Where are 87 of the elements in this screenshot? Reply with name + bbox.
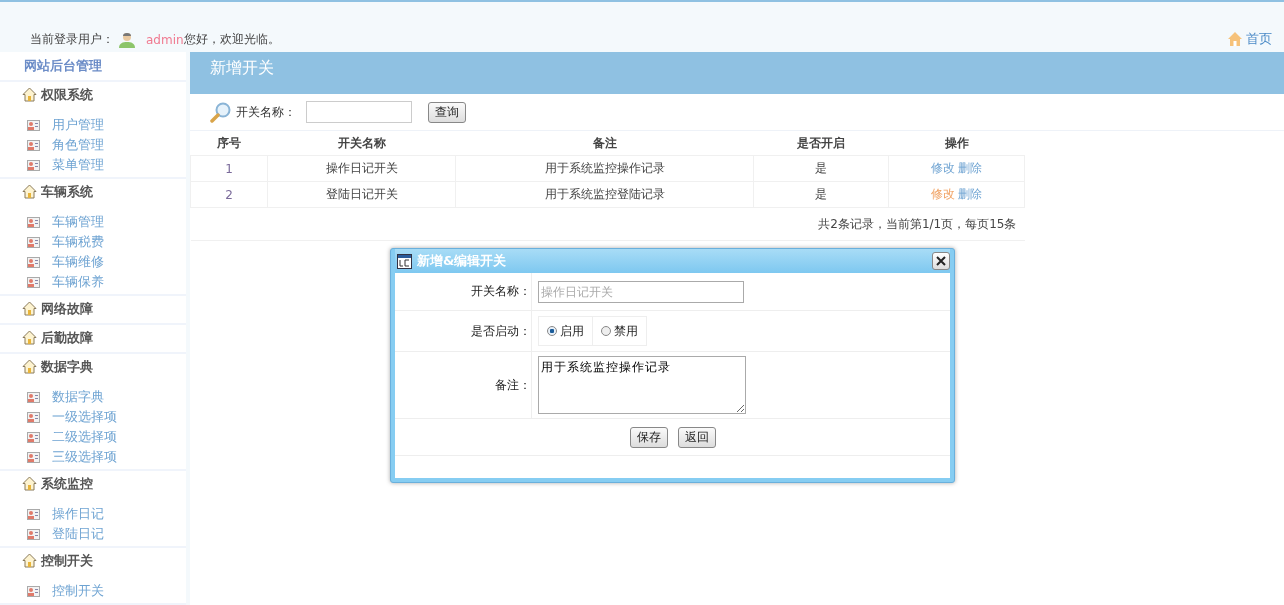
dialog-title: 新增&编辑开关	[417, 252, 507, 270]
search-field[interactable]	[306, 101, 412, 123]
edit-link[interactable]: 修改	[930, 161, 955, 175]
sidebar-item[interactable]: 数据字典	[52, 388, 104, 406]
sidebar-item[interactable]: 三级选择项	[52, 448, 117, 466]
search-label: 开关名称：	[236, 103, 296, 121]
sidebar-item[interactable]: 车辆维修	[52, 253, 104, 271]
note-field[interactable]: 用于系统监控操作记录	[538, 356, 746, 414]
sidebar-item[interactable]: 车辆税费	[52, 233, 104, 251]
card-icon	[27, 159, 40, 171]
table-cell: 用于系统监控登陆记录	[455, 181, 754, 208]
house-icon	[22, 553, 37, 568]
name-field[interactable]: 操作日记开关	[538, 280, 744, 303]
login-label: 当前登录用户：	[30, 31, 114, 48]
column-header: 是否开启	[753, 131, 889, 156]
table-cell: 用于系统监控操作记录	[455, 155, 754, 182]
radio-button[interactable]	[547, 326, 557, 336]
table-cell: 是	[753, 155, 889, 182]
sidebar-item[interactable]: 角色管理	[52, 136, 104, 154]
column-header: 开关名称	[267, 131, 456, 156]
sidebar-item[interactable]: 控制开关	[52, 582, 104, 600]
house-icon	[22, 301, 37, 316]
table-cell: 登陆日记开关	[267, 181, 456, 208]
sidebar-item[interactable]: 车辆管理	[52, 213, 104, 231]
sidebar-item[interactable]: 车辆保养	[52, 273, 104, 291]
card-icon	[27, 508, 40, 520]
table-cell: 1	[190, 155, 268, 182]
card-icon	[27, 236, 40, 248]
search-icon	[210, 101, 232, 123]
card-icon	[27, 139, 40, 151]
card-icon	[27, 276, 40, 288]
home-link[interactable]: 首页	[1246, 30, 1272, 48]
group-header[interactable]: 网络故障	[41, 299, 93, 318]
delete-link[interactable]: 删除	[958, 187, 983, 201]
group-header[interactable]: 数据字典	[41, 357, 93, 376]
radio-label[interactable]: 启用	[560, 322, 584, 340]
sidebar-item[interactable]: 一级选择项	[52, 408, 117, 426]
window-icon	[397, 253, 412, 269]
field-label: 开关名称：	[471, 283, 531, 300]
table-cell: 2	[190, 181, 268, 208]
close-button[interactable]	[932, 252, 950, 270]
home-icon	[1227, 31, 1243, 47]
group-header[interactable]: 权限系统	[41, 85, 93, 104]
card-icon	[27, 431, 40, 443]
house-icon	[22, 359, 37, 374]
sidebar-item[interactable]: 用户管理	[52, 116, 104, 134]
card-icon	[27, 216, 40, 228]
edit-link[interactable]: 修改	[930, 187, 955, 201]
close-icon	[936, 256, 946, 266]
card-icon	[27, 256, 40, 268]
group-header[interactable]: 控制开关	[41, 551, 93, 570]
field-label: 备注：	[495, 376, 531, 394]
card-icon	[27, 585, 40, 597]
query-button[interactable]: 查询	[428, 101, 466, 123]
sidebar-item[interactable]: 操作日记	[52, 505, 104, 523]
house-icon	[22, 87, 37, 102]
user-icon	[118, 31, 136, 48]
sidebar-item[interactable]: 登陆日记	[52, 525, 104, 543]
house-icon	[22, 330, 37, 345]
sidebar-title: 网站后台管理	[0, 52, 186, 80]
card-icon	[27, 451, 40, 463]
radio-button[interactable]	[601, 326, 611, 336]
username: admin	[146, 32, 184, 47]
sidebar-item[interactable]: 二级选择项	[52, 428, 117, 446]
card-icon	[27, 411, 40, 423]
greeting-text: 您好，欢迎光临。	[183, 31, 280, 48]
dialog-button[interactable]: 保存	[629, 426, 668, 448]
dialog-button[interactable]: 返回	[677, 426, 716, 448]
field-label: 是否启动：	[471, 322, 531, 340]
card-icon	[27, 119, 40, 131]
page-title: 新增开关	[210, 58, 274, 77]
delete-link[interactable]: 删除	[958, 161, 983, 175]
radio-label[interactable]: 禁用	[614, 322, 638, 340]
table-cell: 操作日记开关	[267, 155, 456, 182]
pagination-text: 共2条记录，当前第1/1页，每页15条	[818, 216, 1017, 231]
sidebar-item[interactable]: 菜单管理	[52, 156, 104, 174]
card-icon	[27, 391, 40, 403]
card-icon	[27, 528, 40, 540]
group-header[interactable]: 后勤故障	[41, 328, 93, 347]
table-cell: 是	[753, 181, 889, 208]
house-icon	[22, 476, 37, 491]
house-icon	[22, 184, 37, 199]
group-header[interactable]: 车辆系统	[41, 182, 93, 201]
column-header: 操作	[888, 131, 1025, 156]
column-header: 序号	[190, 131, 268, 156]
column-header: 备注	[455, 131, 754, 156]
group-header[interactable]: 系统监控	[41, 474, 93, 493]
